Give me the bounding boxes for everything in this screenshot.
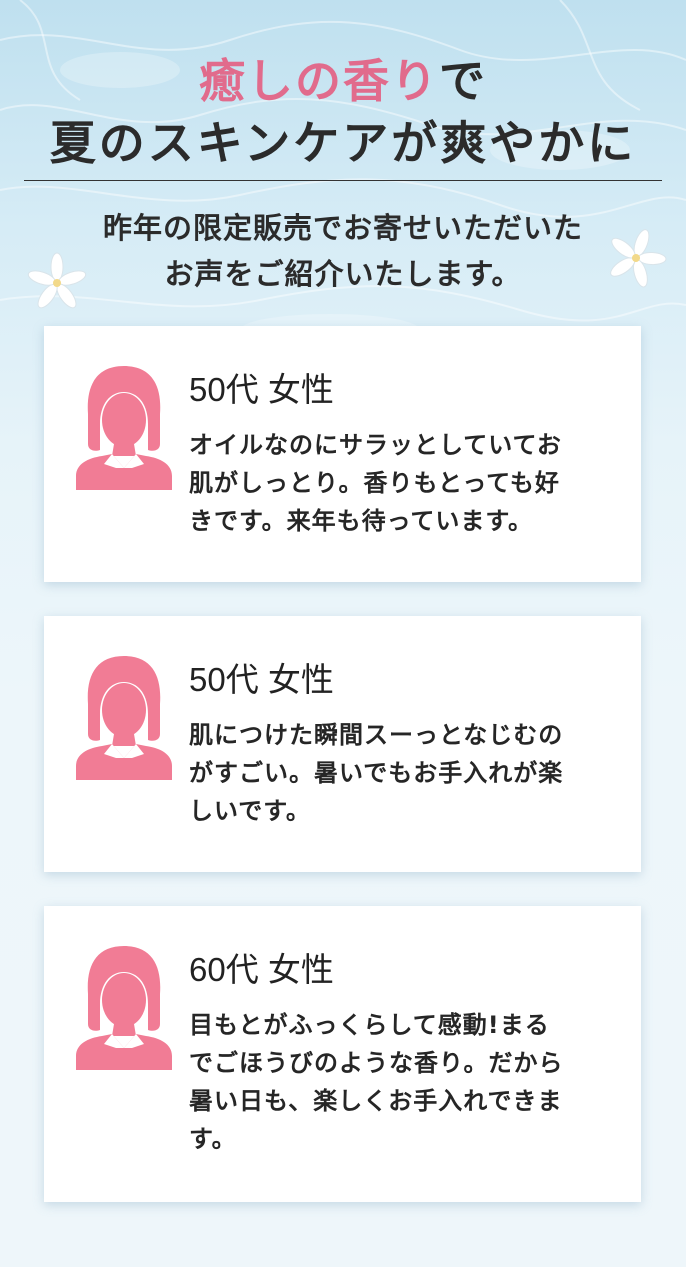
reviewer-label: 50代 女性 <box>189 661 334 698</box>
woman-avatar-icon <box>76 366 172 490</box>
review-card: 50代 女性 オイルなのにサラッとしていてお 肌がしっとり。香りもとっても好 き… <box>44 326 641 582</box>
review-line: でごほうびのような香り。だから <box>189 1049 564 1077</box>
divider <box>24 180 662 181</box>
intro-line: お声をご紹介いたします。 <box>164 259 522 291</box>
review-line: 肌がしっとり。香りもとっても好 <box>189 469 560 497</box>
review-line: きです。来年も待っています。 <box>189 507 533 535</box>
woman-avatar-icon <box>76 946 172 1070</box>
review-line: がすごい。暑いでもお手入れが楽 <box>189 759 564 787</box>
review-text: 目もとがふっくらして感動!まる でごほうびのような香り。だから 暑い日も、楽しく… <box>189 1006 619 1158</box>
page-title-line1: 癒しの香りで <box>0 54 686 110</box>
reviewer-label: 50代 女性 <box>189 371 334 408</box>
review-line: 暑い日も、楽しくお手入れできま <box>189 1087 563 1115</box>
page-title-line2: 夏のスキンケアが爽やかに <box>49 118 637 169</box>
title-accent: 癒しの香り <box>199 56 439 107</box>
reviewer-label: 60代 女性 <box>189 951 334 988</box>
review-line: 肌につけた瞬間スーっとなじむの <box>189 721 564 749</box>
title-rest: で <box>439 56 487 107</box>
flower-icon <box>610 229 667 288</box>
review-line: オイルなのにサラッとしていてお <box>189 431 562 459</box>
flower-icon <box>27 252 87 309</box>
woman-avatar-icon <box>76 656 172 780</box>
intro-line: 昨年の限定販売でお寄せいただいた <box>102 213 583 245</box>
review-line: しいです。 <box>189 797 311 825</box>
review-line: 目もとがふっくらして感動!まる <box>189 1011 550 1039</box>
review-text: 肌につけた瞬間スーっとなじむの がすごい。暑いでもお手入れが楽 しいです。 <box>189 716 619 830</box>
review-text: オイルなのにサラッとしていてお 肌がしっとり。香りもとっても好 きです。来年も待… <box>189 426 619 540</box>
review-card: 60代 女性 目もとがふっくらして感動!まる でごほうびのような香り。だから 暑… <box>44 906 641 1202</box>
review-line: す。 <box>189 1125 237 1153</box>
review-card: 50代 女性 肌につけた瞬間スーっとなじむの がすごい。暑いでもお手入れが楽 し… <box>44 616 641 872</box>
intro-text: 昨年の限定販売でお寄せいただいた お声をご紹介いたします。 <box>60 206 626 298</box>
